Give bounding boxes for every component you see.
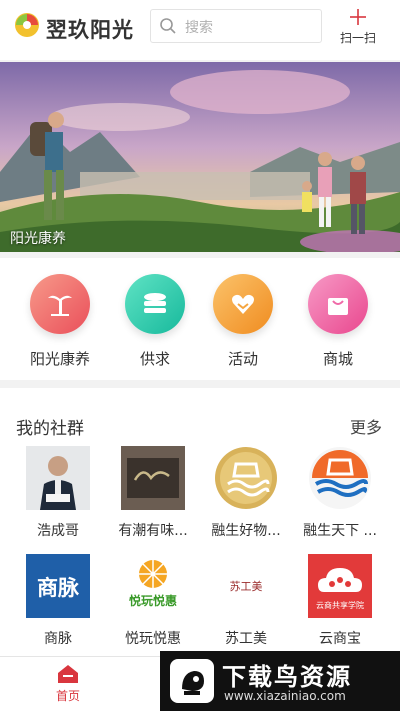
quick-actions: 阳光康养 供求 活动 商城: [0, 258, 400, 380]
scan-label: 扫一扫: [339, 31, 376, 45]
community-item[interactable]: 融生天下 ...: [294, 446, 386, 540]
quick-action-label: 活动: [227, 350, 258, 368]
stack-coins-icon: [125, 274, 185, 334]
group-name: 浩成哥: [37, 523, 79, 539]
bird-logo-icon: [170, 659, 214, 703]
quick-action-label: 阳光康养: [29, 350, 90, 368]
community-item[interactable]: 苏工美 苏工美: [200, 554, 292, 648]
quick-action-mall[interactable]: 商城: [298, 274, 378, 369]
watermark-overlay: 下载鸟资源 www.xiazainiao.com: [160, 651, 400, 711]
community-item[interactable]: 悦玩悦惠 悦玩悦惠: [107, 554, 199, 648]
quick-action-label: 供求: [139, 350, 170, 368]
group-name: 云商宝: [319, 631, 361, 647]
group-avatar: [26, 446, 90, 510]
community-item[interactable]: 有潮有味...: [107, 446, 199, 540]
shopping-bag-icon: [308, 274, 368, 334]
community-item[interactable]: 融生好物...: [200, 446, 292, 540]
community-item[interactable]: 浩成哥: [12, 446, 104, 540]
quick-action-events[interactable]: 活动: [203, 274, 283, 369]
scan-button[interactable]: 扫一扫: [334, 8, 382, 48]
group-avatar: 商脉: [26, 554, 90, 618]
group-avatar: [214, 446, 278, 510]
quick-action-supply[interactable]: 供求: [115, 274, 195, 369]
group-avatar: 悦玩悦惠: [121, 554, 185, 618]
banner-image: [0, 62, 400, 252]
search-input[interactable]: 搜索: [150, 9, 322, 43]
tab-home[interactable]: 首页: [40, 663, 96, 704]
quick-action-label: 商城: [322, 350, 353, 368]
group-avatar: 苏工美: [214, 554, 278, 618]
heart-hand-icon: [213, 274, 273, 334]
group-logo-text: 商脉: [37, 576, 79, 600]
group-logo-text: 苏工美: [229, 580, 263, 593]
community-item[interactable]: 商脉 商脉: [12, 554, 104, 648]
group-logo-text: 云商共享学院: [316, 601, 364, 610]
search-placeholder: 搜索: [185, 20, 213, 36]
group-avatar: 云商共享学院: [308, 554, 372, 618]
group-name: 苏工美: [225, 631, 267, 647]
search-icon: [160, 18, 176, 34]
plus-icon: [350, 9, 366, 25]
group-name: 商脉: [44, 631, 72, 647]
group-name: 融生天下 ...: [303, 523, 377, 539]
promo-banner[interactable]: 阳光康养: [0, 62, 400, 252]
quick-action-wellness[interactable]: 阳光康养: [20, 274, 100, 369]
watermark-url: www.xiazainiao.com: [224, 689, 346, 703]
app-logo-icon: [15, 13, 39, 37]
group-name: 有潮有味...: [118, 523, 188, 539]
watermark-title: 下载鸟资源: [222, 663, 352, 691]
group-avatar: [308, 446, 372, 510]
home-icon: [58, 665, 78, 683]
more-link[interactable]: 更多: [350, 414, 382, 438]
palm-tree-icon: [30, 274, 90, 334]
banner-caption: 阳光康养: [10, 231, 66, 247]
top-header: 翌玖阳光 搜索 扫一扫: [0, 0, 400, 60]
section-title: 我的社群: [16, 419, 84, 439]
my-community-section: 我的社群 更多 浩成哥 有潮有味... 融生好物... 融生天下 ... 商脉 …: [0, 388, 400, 656]
group-avatar: [121, 446, 185, 510]
community-item[interactable]: 云商共享学院 云商宝: [294, 554, 386, 648]
group-name: 悦玩悦惠: [125, 631, 181, 647]
group-name: 融生好物...: [211, 523, 281, 539]
tab-home-label: 首页: [55, 689, 80, 703]
app-title: 翌玖阳光: [46, 18, 134, 42]
group-logo-text: 悦玩悦惠: [128, 594, 177, 608]
